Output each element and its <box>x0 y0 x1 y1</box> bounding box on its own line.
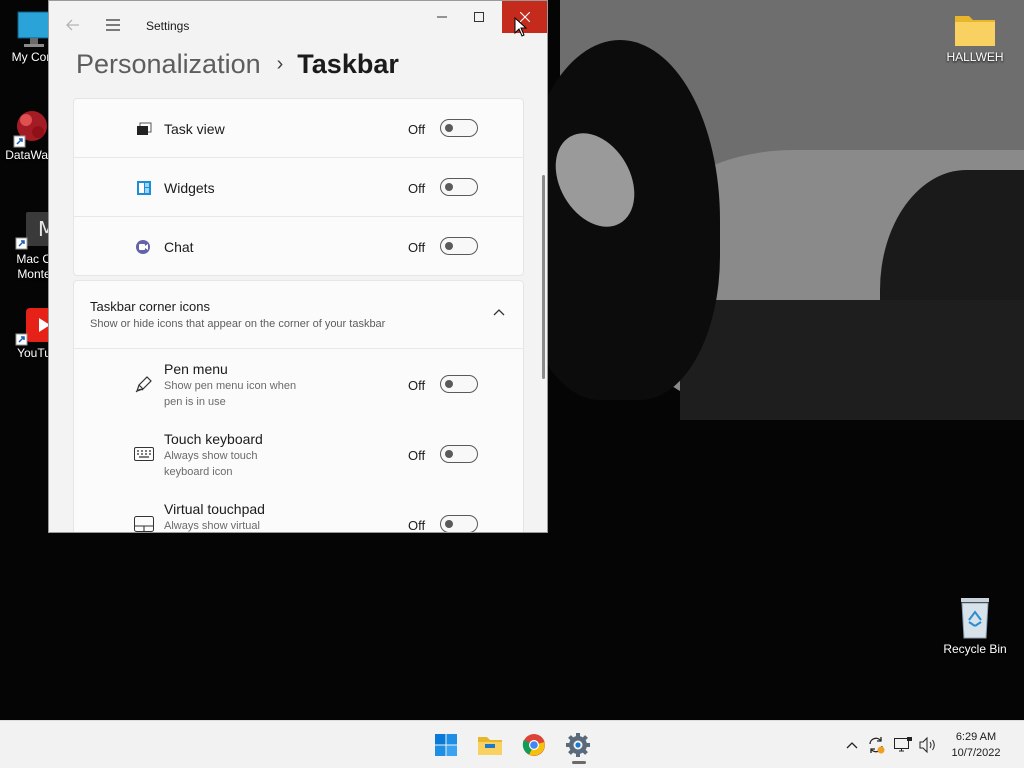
setting-label: Virtual touchpad <box>164 501 265 517</box>
sync-tray-button[interactable] <box>866 735 886 755</box>
window-title: Settings <box>146 19 190 33</box>
breadcrumb-separator: › <box>276 53 284 75</box>
title-bar: Settings <box>49 1 547 41</box>
back-arrow-icon <box>66 19 79 31</box>
settings-window: Settings Personalization › Taskbar Task … <box>48 0 548 533</box>
page-title: Taskbar <box>297 49 399 79</box>
start-icon <box>435 734 457 756</box>
settings-taskbar-button[interactable] <box>562 729 594 761</box>
folder-icon <box>955 16 995 46</box>
desktop-icon-hallweh[interactable]: HALLWEH <box>935 10 1015 65</box>
toggle-state-text: Off <box>408 181 426 196</box>
system-taskbar: 6:29 AM 10/7/2022 <box>0 720 1024 768</box>
widgets-icon <box>134 178 154 198</box>
pen-icon <box>134 374 154 394</box>
corner-icons-card: Taskbar corner icons Show or hide icons … <box>73 280 524 533</box>
desktop-icon-label: Recycle Bin <box>943 642 1007 656</box>
setting-label: Touch keyboard <box>164 431 263 447</box>
breadcrumb: Personalization › Taskbar <box>76 49 399 80</box>
chrome-icon <box>522 734 545 756</box>
setting-label: Task view <box>164 121 225 137</box>
toggle-state-text: Off <box>408 240 426 255</box>
show-hidden-icons-button[interactable] <box>842 735 862 755</box>
desktop-icon-recycle-bin[interactable]: Recycle Bin <box>935 596 1015 657</box>
touchpad-icon <box>134 514 154 532</box>
chat-toggle[interactable] <box>440 237 478 255</box>
chevron-up-icon <box>846 742 858 749</box>
toggle-state-text: Off <box>408 518 426 533</box>
active-app-indicator <box>572 761 586 764</box>
clock-time: 6:29 AM <box>955 731 997 743</box>
clock-date: 10/7/2022 <box>951 747 1001 759</box>
keyboard-icon <box>134 444 154 464</box>
toggle-state-text: Off <box>408 122 426 137</box>
setting-row-virtual-touchpad: Virtual touchpad Always show virtual Off <box>74 489 523 533</box>
chat-icon <box>134 237 154 257</box>
desktop-icon-label: HALLWEH <box>946 50 1004 64</box>
recycle-bin-icon <box>961 598 989 639</box>
setting-row-touch-keyboard: Touch keyboard Always show touch keyboar… <box>74 419 523 489</box>
section-subtitle: Show or hide icons that appear on the co… <box>90 318 386 330</box>
corner-icons-header[interactable]: Taskbar corner icons Show or hide icons … <box>74 281 523 349</box>
navigation-menu-button[interactable] <box>99 9 127 41</box>
network-tray-button[interactable] <box>893 735 913 755</box>
taskbar-items-card: Task view Off Widgets Off Chat Off <box>73 98 524 276</box>
setting-row-chat: Chat Off <box>74 217 523 275</box>
setting-row-pen-menu: Pen menu Show pen menu icon when pen is … <box>74 349 523 419</box>
chevron-up-icon <box>493 309 505 316</box>
file-explorer-icon <box>478 737 502 755</box>
network-icon <box>894 737 912 752</box>
setting-row-widgets: Widgets Off <box>74 158 523 217</box>
widgets-toggle[interactable] <box>440 178 478 196</box>
vertical-scrollbar[interactable] <box>542 175 545 379</box>
setting-description: Always show virtual <box>164 520 260 532</box>
volume-icon <box>919 736 935 754</box>
maximize-icon <box>474 12 484 22</box>
hamburger-icon <box>106 19 120 31</box>
task-view-icon <box>134 119 154 139</box>
pen-menu-toggle[interactable] <box>440 375 478 393</box>
sync-icon <box>869 737 885 754</box>
toggle-state-text: Off <box>408 378 426 393</box>
setting-label: Widgets <box>164 180 215 196</box>
task-view-toggle[interactable] <box>440 119 478 137</box>
setting-label: Chat <box>164 239 194 255</box>
maximize-button[interactable] <box>456 1 502 33</box>
minimize-icon <box>437 16 447 18</box>
setting-description: Always show touch keyboard icon <box>164 450 258 478</box>
setting-row-task-view: Task view Off <box>74 99 523 158</box>
setting-description: Show pen menu icon when pen is in use <box>164 380 297 408</box>
computer-icon <box>17 11 51 47</box>
file-explorer-button[interactable] <box>474 729 506 761</box>
datawag-icon <box>13 111 47 148</box>
breadcrumb-parent-link[interactable]: Personalization <box>76 49 261 80</box>
virtual-touchpad-toggle[interactable] <box>440 515 478 532</box>
wallpaper-shape <box>680 300 1024 420</box>
touch-keyboard-toggle[interactable] <box>440 445 478 463</box>
chrome-button[interactable] <box>518 729 550 761</box>
section-title: Taskbar corner icons <box>90 299 210 314</box>
start-button[interactable] <box>430 729 462 761</box>
settings-icon <box>566 733 590 757</box>
toggle-state-text: Off <box>408 448 426 463</box>
setting-label: Pen menu <box>164 361 228 377</box>
back-button[interactable] <box>57 9 89 41</box>
taskbar-clock[interactable]: 6:29 AM 10/7/2022 <box>940 729 1012 761</box>
volume-tray-button[interactable] <box>918 735 938 755</box>
mouse-cursor-icon <box>514 17 528 37</box>
